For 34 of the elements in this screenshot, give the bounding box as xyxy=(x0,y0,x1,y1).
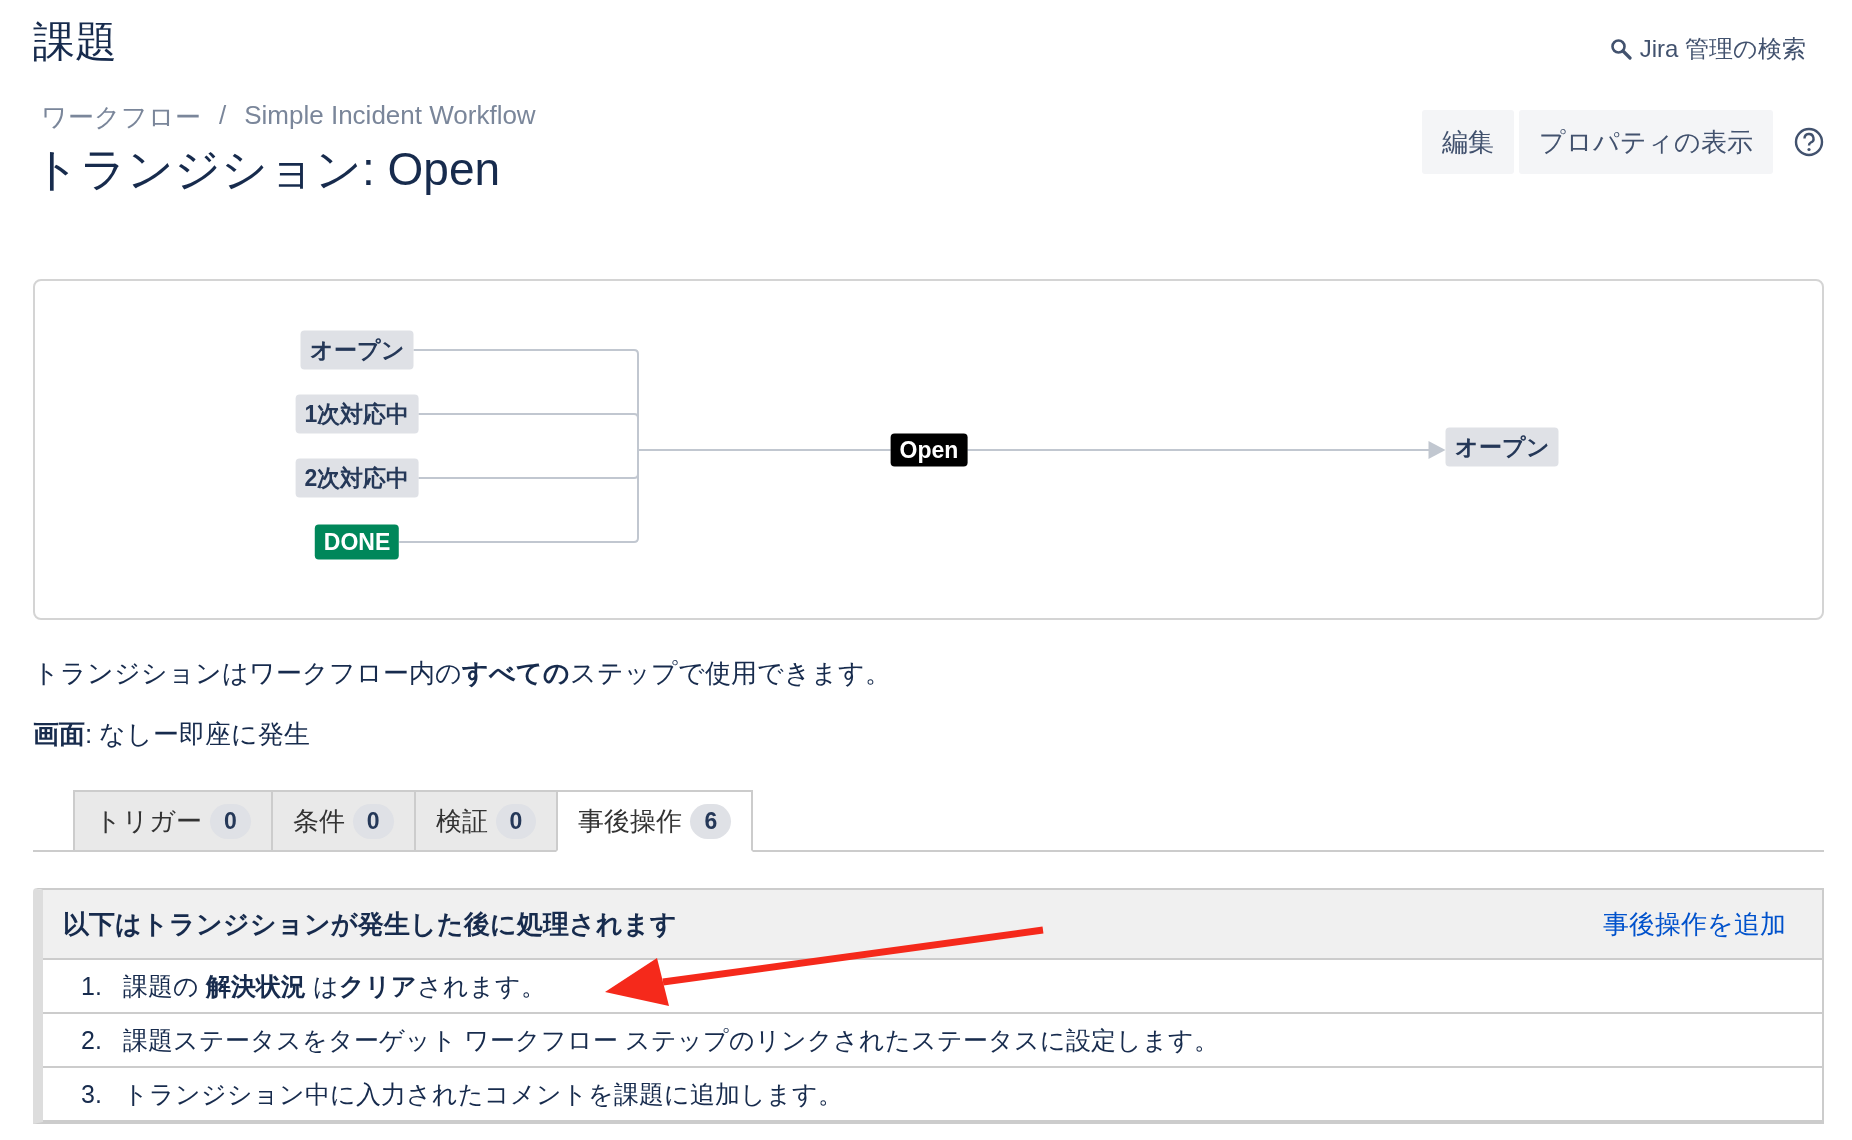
count-badge: 0 xyxy=(352,803,394,839)
action-button[interactable]: 編集 xyxy=(1422,110,1514,174)
add-post-function-link[interactable]: 事後操作を追加 xyxy=(1603,906,1786,942)
action-button[interactable]: プロパティの表示 xyxy=(1519,110,1773,174)
page-title: 課題 xyxy=(33,17,117,67)
count-badge: 0 xyxy=(495,803,537,839)
item-number: 3. xyxy=(81,1079,103,1109)
breadcrumb-link[interactable]: Simple Incident Workflow xyxy=(244,100,536,135)
status-node: オープン xyxy=(1445,427,1559,467)
transition-label: Open xyxy=(890,433,968,467)
transition-heading: トランジション: Open xyxy=(33,142,502,197)
item-number: 1. xyxy=(81,971,103,1001)
count-badge: 6 xyxy=(690,803,732,839)
tab[interactable]: 事後操作 6 xyxy=(556,790,754,852)
count-badge: 0 xyxy=(210,803,251,839)
status-node: オープン xyxy=(300,330,414,370)
breadcrumb-link[interactable]: ワークフロー xyxy=(41,100,201,135)
post-function-text: 課題の 解決状況 はクリアされます。 xyxy=(123,970,546,1002)
post-function-text: 課題ステータスをターゲット ワークフロー ステップのリンクされたステータスに設定します。 xyxy=(123,1024,1219,1056)
status-node: 1次対応中 xyxy=(295,394,419,434)
help-icon[interactable] xyxy=(1794,127,1824,157)
tab[interactable]: 検証 0 xyxy=(413,790,559,850)
tab[interactable]: 条件 0 xyxy=(270,790,416,850)
description-text: トランジションはワークフロー内のすべてのステップで使用できます。 xyxy=(33,657,892,690)
item-number: 2. xyxy=(81,1025,103,1055)
status-node: 2次対応中 xyxy=(295,458,419,498)
post-function-text: トランジション中に入力されたコメントを課題に追加します。 xyxy=(123,1078,843,1110)
panel-title: 以下はトランジションが発生した後に処理されます xyxy=(63,907,677,941)
breadcrumb-separator: / xyxy=(219,100,227,132)
admin-search-link[interactable]: Jira 管理の検索 xyxy=(1609,33,1806,65)
screen-info: 画面: なしー即座に発生 xyxy=(33,718,312,751)
search-icon xyxy=(1609,38,1632,60)
tab[interactable]: トリガー 0 xyxy=(73,790,273,850)
status-node: DONE xyxy=(314,524,400,560)
